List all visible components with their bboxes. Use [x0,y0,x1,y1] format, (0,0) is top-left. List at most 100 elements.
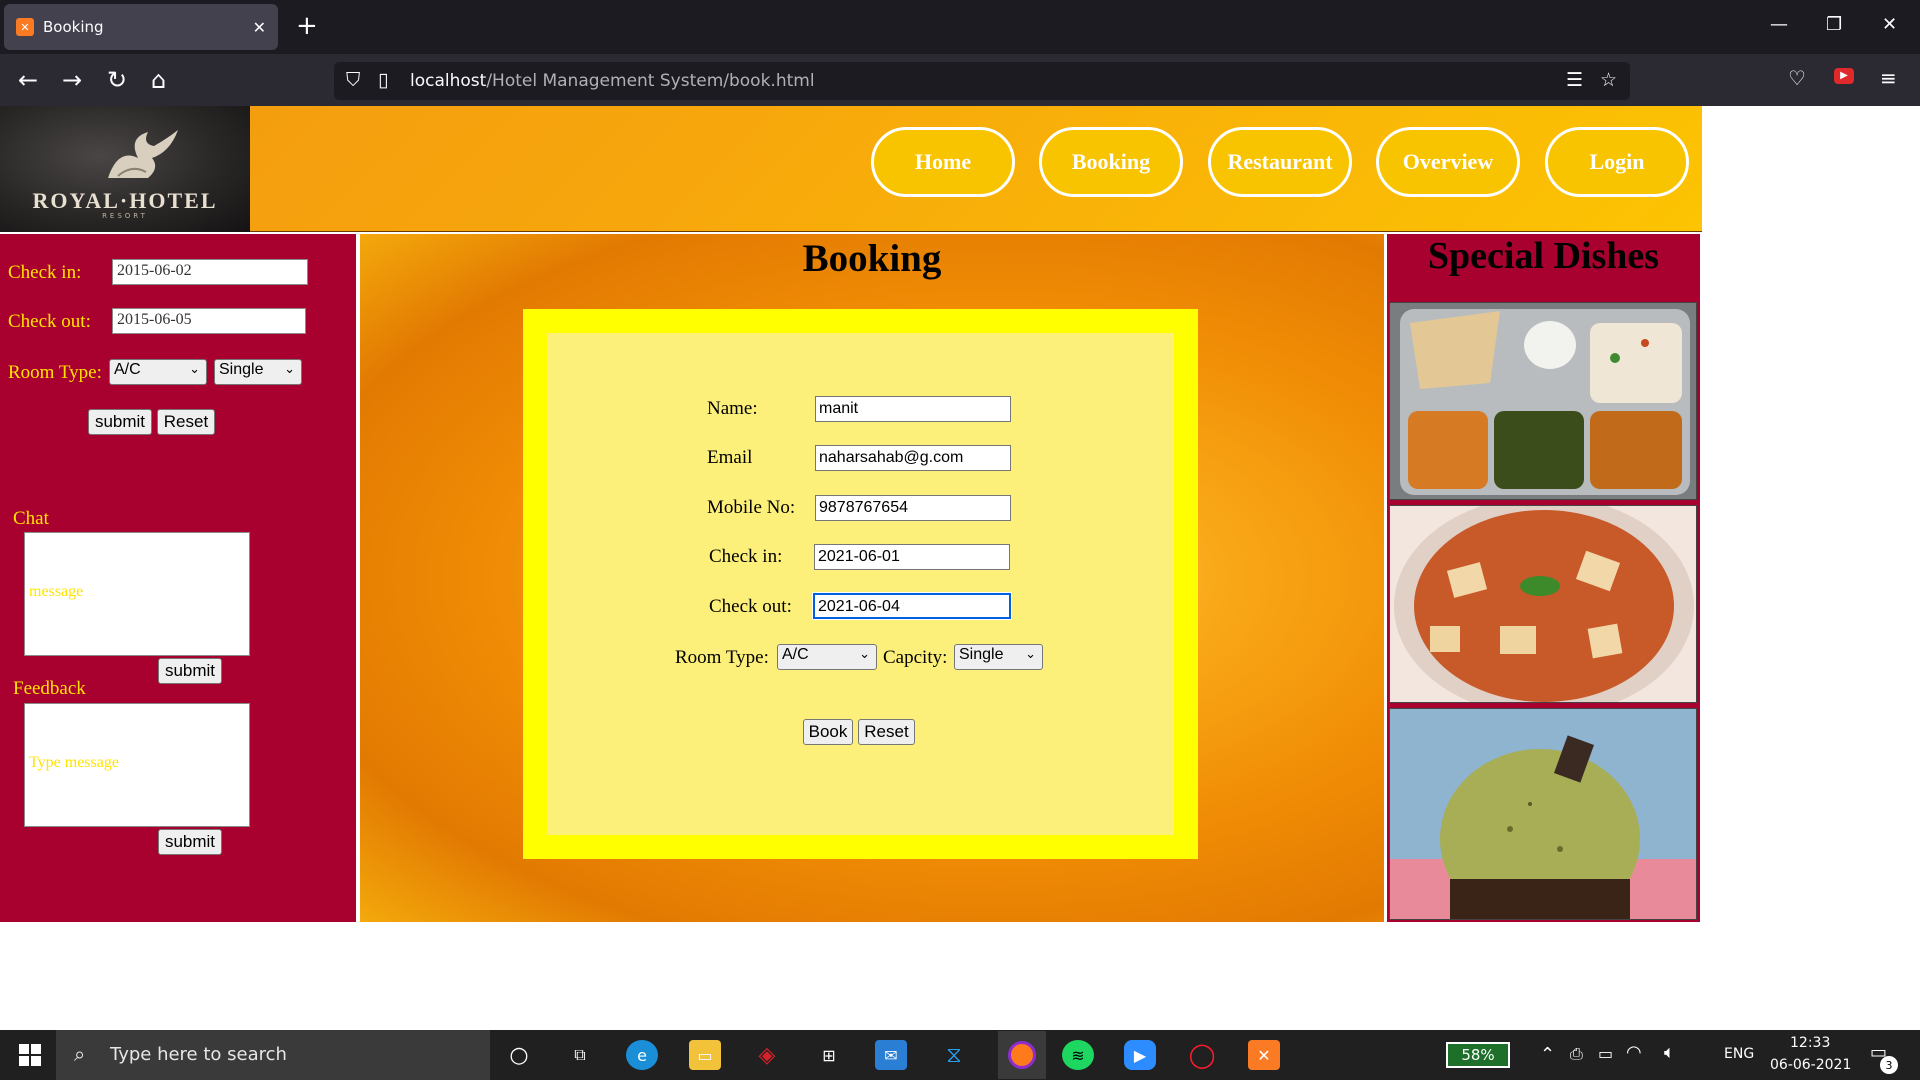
mcafee-icon[interactable]: ◈ [751,1040,783,1070]
roomtype-select[interactable]: A/C ⌄ [109,359,207,385]
chevron-up-icon[interactable]: ⌃ [1540,1044,1555,1065]
form-reset-button[interactable]: Reset [858,719,915,745]
battery-icon[interactable]: ▭ [1598,1044,1613,1063]
form-roomtype-select[interactable]: A/C ⌄ [777,644,877,670]
notification-count: 3 [1880,1056,1898,1074]
capacity-value: Single [219,361,264,378]
opera-icon[interactable]: ◯ [1186,1040,1218,1070]
bookmark-star-icon[interactable]: ☆ [1600,69,1617,91]
tab-title: Booking [43,18,104,36]
logo-subtext: RESORT [102,212,148,220]
edge-icon[interactable]: e [626,1040,658,1070]
task-view-icon[interactable]: ⧉ [564,1040,596,1070]
booking-form-frame: Name: manit Email naharsahab@g.com Mobil… [523,309,1198,859]
checkout-label: Check out: [8,311,91,332]
home-icon[interactable]: ⌂ [151,66,166,94]
url-path: /Hotel Management System/book.html [486,71,815,91]
form-capacity-select[interactable]: Single ⌄ [954,644,1043,670]
checkout-input[interactable]: 2015-06-05 [112,308,306,334]
special-dishes-title: Special Dishes [1427,235,1660,277]
form-checkin-input[interactable]: 2021-06-01 [814,544,1010,570]
menu-icon[interactable]: ≡ [1880,66,1897,90]
chat-textarea[interactable]: message [24,532,250,656]
name-input[interactable]: manit [815,396,1011,422]
store-icon[interactable]: ⊞ [813,1040,845,1070]
language-indicator[interactable]: ENG [1724,1046,1754,1062]
reload-icon[interactable]: ↻ [107,66,127,94]
form-roomtype-value: A/C [782,646,809,663]
url-text[interactable]: localhost/Hotel Management System/book.h… [410,71,815,91]
spotify-icon[interactable]: ≋ [1062,1040,1094,1070]
reader-view-icon[interactable]: ☰ [1566,69,1583,91]
web-page: ROYAL·HOTEL RESORT Home Booking Restaura… [0,106,1920,1030]
url-bar[interactable]: ⛉ ▯ localhost/Hotel Management System/bo… [334,62,1630,100]
roomtype-value: A/C [114,361,141,378]
page-title: Booking [802,237,942,280]
new-tab-icon[interactable]: + [296,13,318,39]
minimize-icon[interactable]: — [1770,14,1788,35]
windows-start-icon[interactable] [14,1040,46,1070]
vscode-icon[interactable]: ⧖ [938,1040,970,1070]
form-checkout-input[interactable]: 2021-06-04 [812,592,1012,620]
xampp-icon: ✕ [16,18,34,36]
form-roomtype-label: Room Type: [675,647,769,668]
nav-booking[interactable]: Booking [1039,127,1183,197]
xampp-taskbar-icon[interactable]: ✕ [1248,1040,1280,1070]
feedback-label: Feedback [13,678,86,699]
logo-text: ROYAL·HOTEL [32,188,218,213]
chevron-down-icon: ⌄ [859,647,870,662]
sidebar-reset-button[interactable]: Reset [157,409,215,435]
mobile-input[interactable]: 9878767654 [815,495,1011,521]
book-button[interactable]: Book [803,719,853,745]
battery-indicator[interactable]: 58% [1446,1042,1510,1068]
forward-icon[interactable]: → [62,66,82,94]
clock-time[interactable]: 12:33 [1790,1035,1830,1051]
cortana-icon[interactable]: ○ [503,1040,535,1070]
firefox-icon[interactable] [998,1031,1046,1079]
youtube-extension-icon[interactable]: ▶ [1834,68,1854,84]
back-icon[interactable]: ← [18,66,38,94]
file-explorer-icon[interactable]: ▭ [689,1040,721,1070]
browser-tab[interactable]: ✕ Booking ✕ [4,4,278,50]
thali-image [1389,302,1697,500]
restore-icon[interactable]: ❐ [1826,14,1842,35]
wifi-icon[interactable]: ◠ [1626,1042,1642,1063]
capacity-select[interactable]: Single ⌄ [214,359,302,385]
chat-submit-button[interactable]: submit [158,658,222,684]
clock-date[interactable]: 06-06-2021 [1770,1057,1851,1073]
form-checkin-label: Check in: [709,546,783,567]
form-capacity-label: Capcity: [883,647,948,668]
device-icon[interactable]: ⎙ [1570,1044,1583,1064]
royal-hotel-logo[interactable]: ROYAL·HOTEL RESORT [0,106,250,232]
feedback-textarea[interactable]: Type message [24,703,250,827]
email-input[interactable]: naharsahab@g.com [815,445,1011,471]
taskbar-search[interactable]: ⌕ Type here to search [56,1030,490,1080]
mail-icon[interactable]: ✉ [875,1040,907,1070]
chevron-down-icon: ⌄ [189,362,200,377]
swan-logo-icon [108,130,178,178]
shield-icon[interactable]: ⛉ [346,69,360,91]
nav-home[interactable]: Home [871,127,1015,197]
close-tab-icon[interactable]: ✕ [253,18,266,37]
browser-tab-bar: ✕ Booking ✕ + — ❐ ✕ [0,0,1920,54]
dessert-image [1389,708,1697,920]
pocket-icon[interactable]: ♡ [1788,66,1806,90]
feedback-placeholder: Type message [29,754,119,771]
page-icon: ▯ [378,69,389,91]
checkin-input[interactable]: 2015-06-02 [112,259,308,285]
chevron-down-icon: ⌄ [1025,647,1036,662]
special-dishes-panel: Special Dishes [1387,234,1700,922]
windows-taskbar: ⌕ Type here to search ○ ⧉ e ▭ ◈ ⊞ ✉ ⧖ ≋ … [0,1030,1920,1080]
chat-label: Chat [13,508,49,529]
form-capacity-value: Single [959,646,1004,663]
feedback-submit-button[interactable]: submit [158,829,222,855]
volume-icon[interactable]: 🔈︎ [1664,1042,1675,1063]
nav-restaurant[interactable]: Restaurant [1208,127,1352,197]
zoom-icon[interactable]: ▶ [1124,1040,1156,1070]
nav-login[interactable]: Login [1545,127,1689,197]
nav-overview[interactable]: Overview [1376,127,1520,197]
close-window-icon[interactable]: ✕ [1882,14,1897,35]
sidebar-submit-button[interactable]: submit [88,409,152,435]
name-label: Name: [707,398,758,419]
search-icon: ⌕ [74,1042,86,1066]
